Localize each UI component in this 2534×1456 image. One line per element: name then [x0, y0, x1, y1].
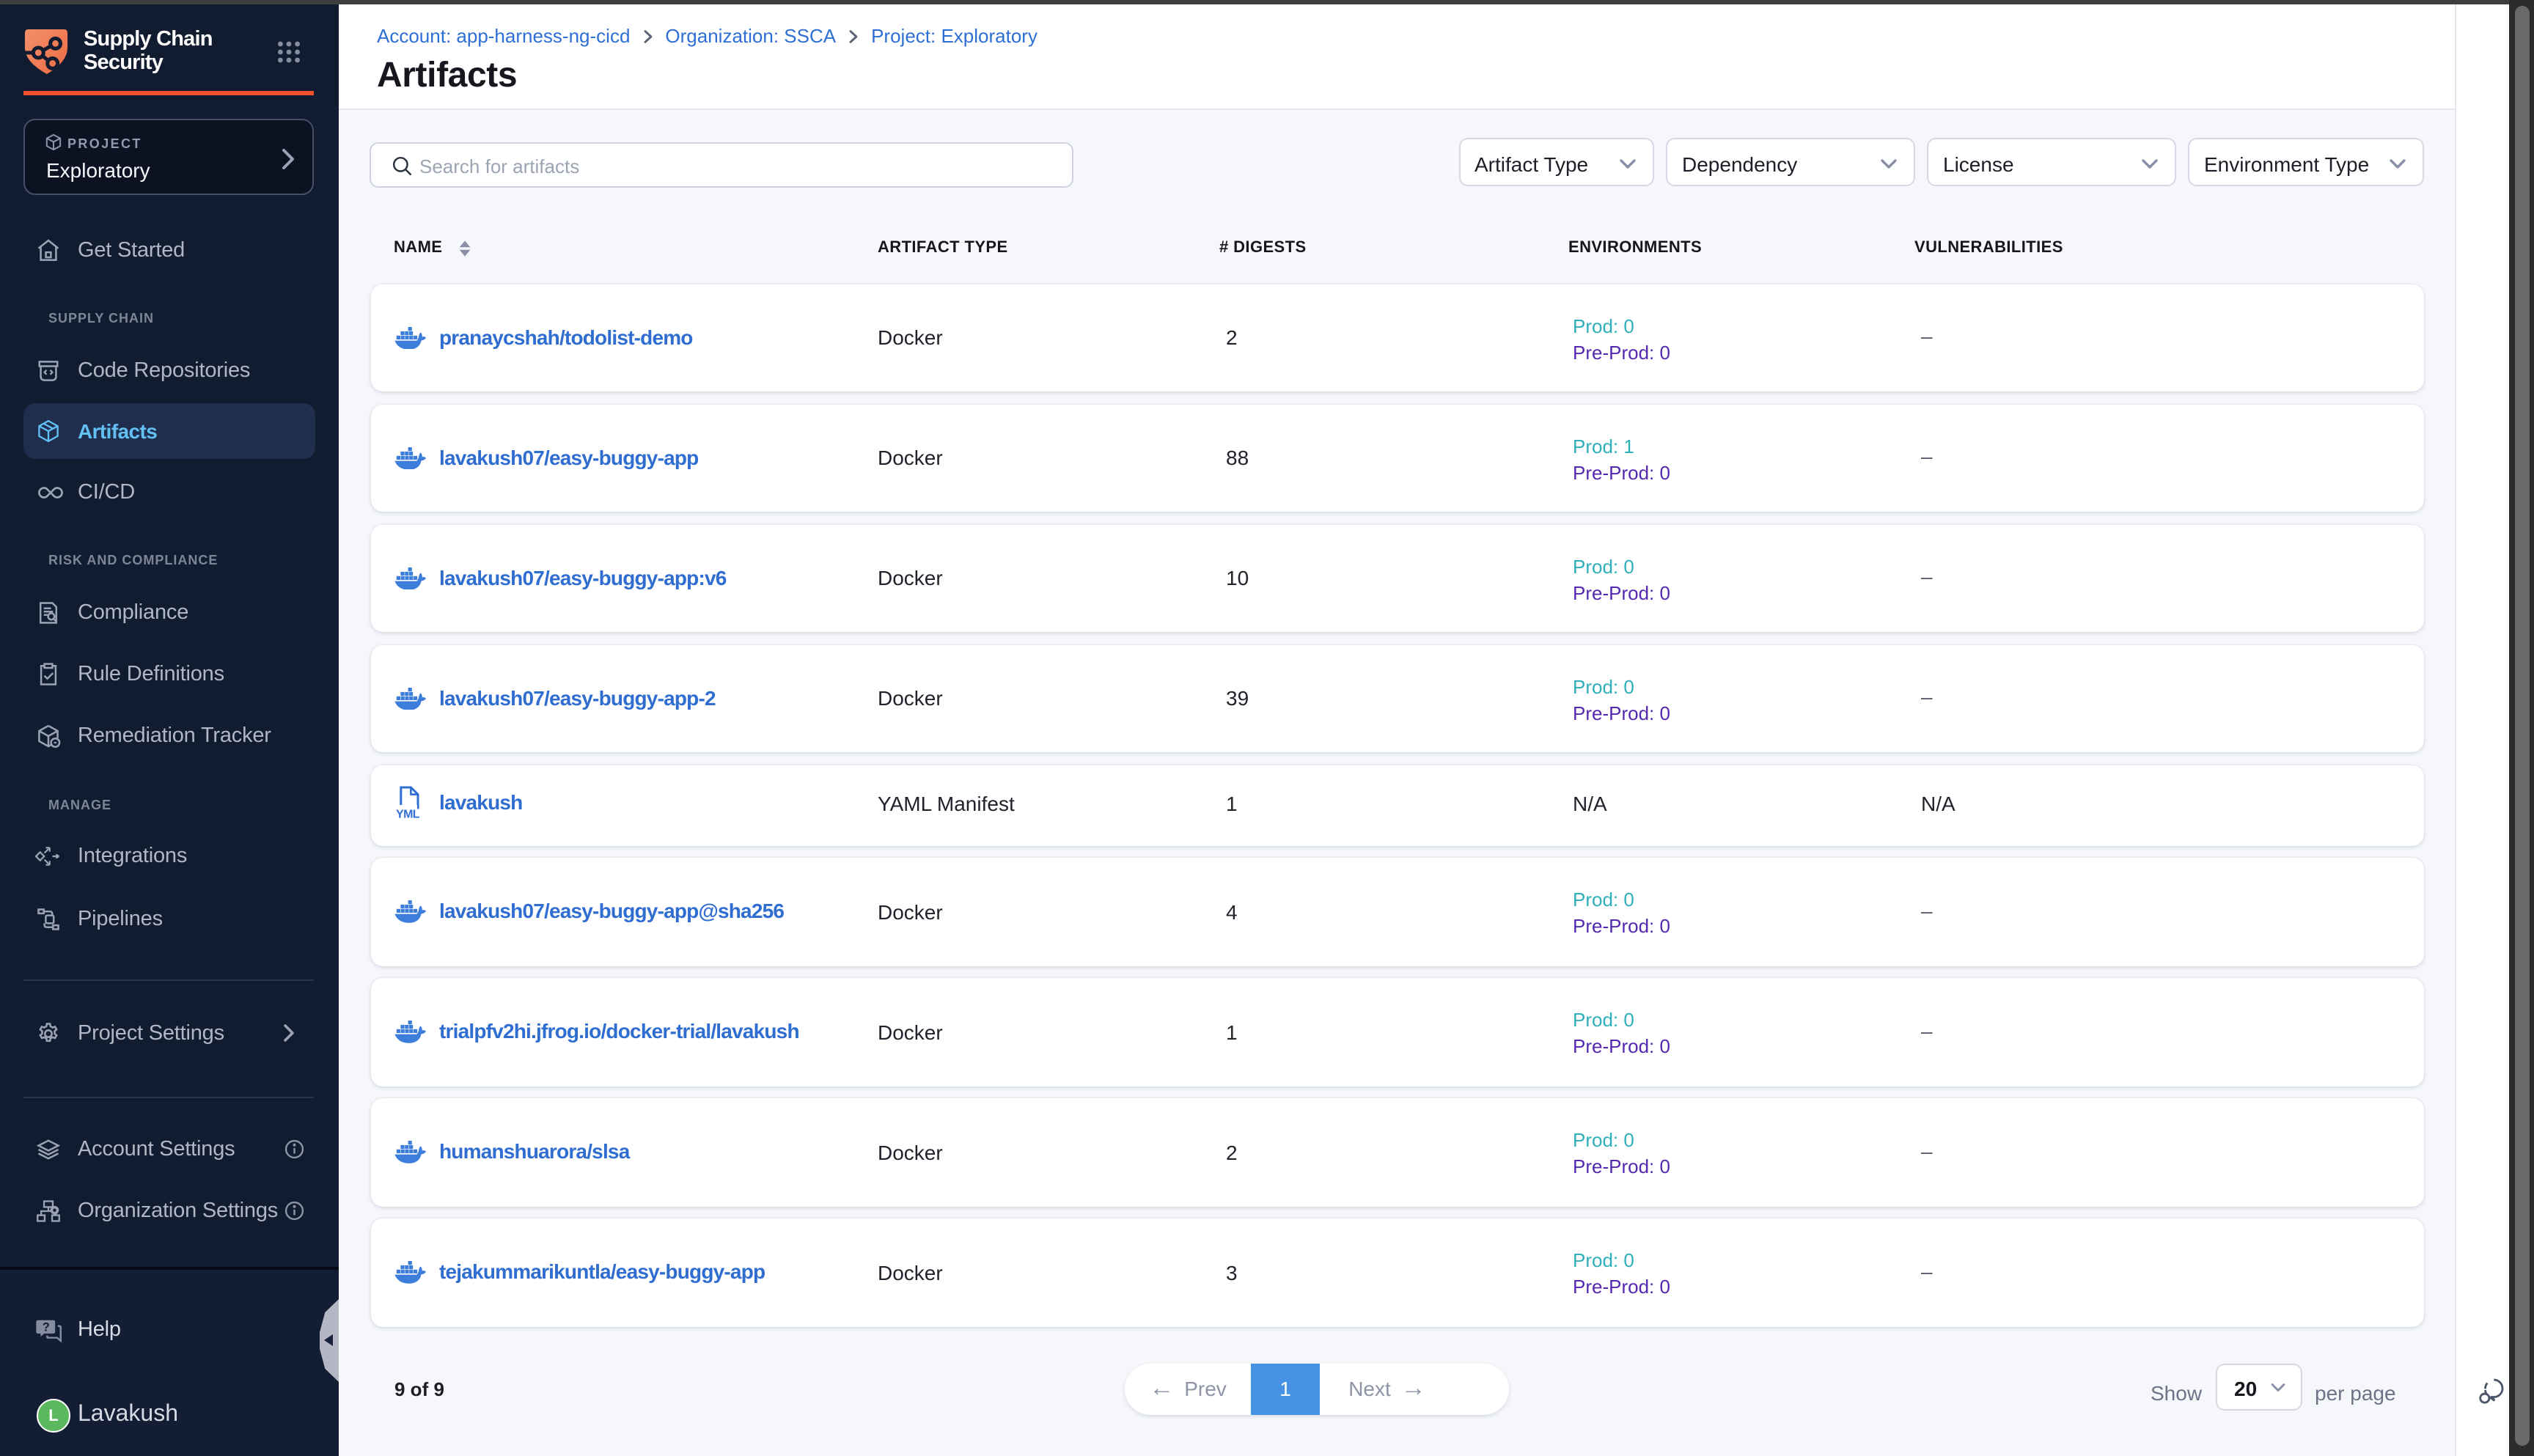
svg-text:?: ?	[43, 1320, 50, 1334]
svg-text:YML: YML	[396, 808, 420, 819]
